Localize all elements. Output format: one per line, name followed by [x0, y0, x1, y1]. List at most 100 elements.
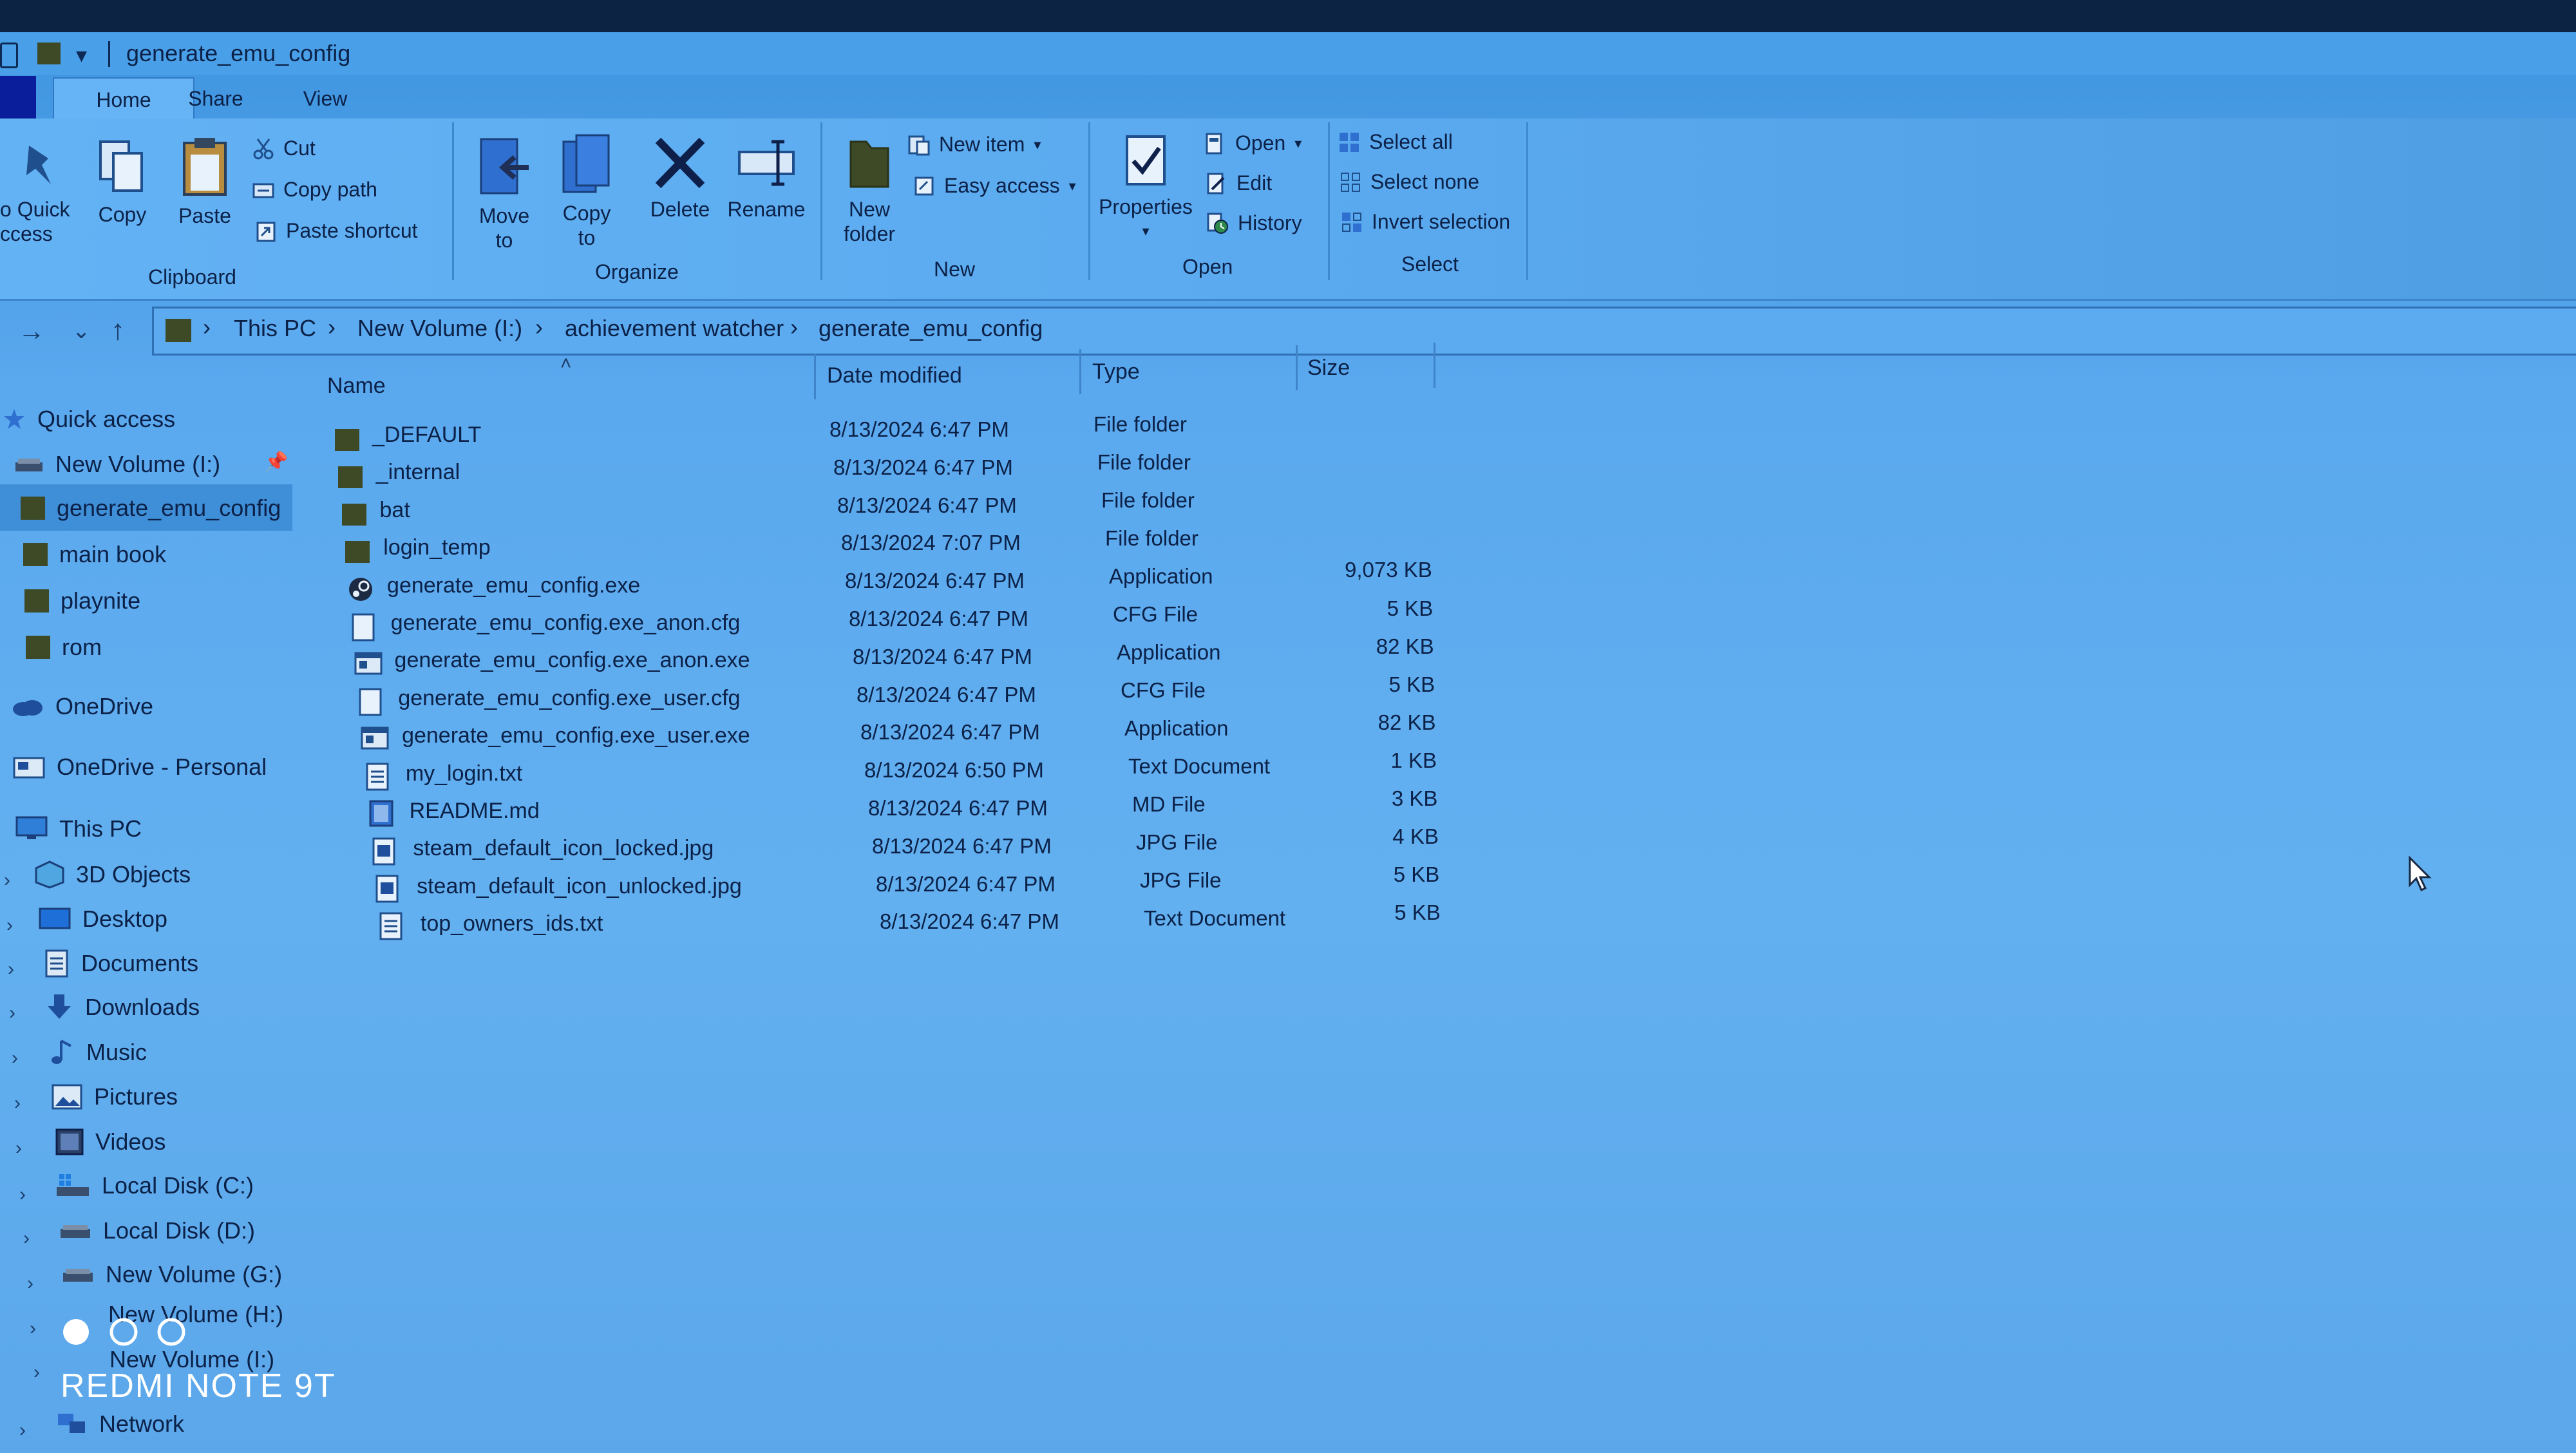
- new-item-button[interactable]: New item ▾: [908, 133, 1041, 157]
- edit-icon: [1207, 173, 1225, 194]
- breadcrumb-chevron-icon[interactable]: ›: [328, 314, 336, 341]
- file-explorer-window: ▾ generate_emu_config Home Share View o …: [0, 0, 2576, 1453]
- text-file-icon: [378, 912, 404, 944]
- breadcrumb-generate-emu-config[interactable]: generate_emu_config: [819, 315, 1043, 342]
- expand-chevron-icon[interactable]: ›: [33, 1362, 40, 1383]
- file-size: 1 KB: [1390, 748, 1437, 772]
- forward-arrow-icon[interactable]: →: [18, 316, 45, 347]
- expand-chevron-icon[interactable]: ›: [4, 869, 10, 891]
- open-button[interactable]: Open ▾: [1204, 131, 1302, 155]
- expand-chevron-icon[interactable]: ›: [12, 1047, 18, 1069]
- new-folder-quick-icon[interactable]: [37, 43, 61, 64]
- breadcrumb-achievement-watcher[interactable]: achievement watcher: [565, 315, 784, 342]
- app-icon: [361, 725, 389, 754]
- pin-icon[interactable]: 📌: [264, 451, 288, 473]
- column-header-date-modified[interactable]: Date modified: [827, 363, 962, 388]
- new-folder-button[interactable]: New folder: [837, 135, 902, 246]
- paste-shortcut-label: Paste shortcut: [286, 219, 418, 242]
- column-resize-handle[interactable]: [1296, 345, 1298, 390]
- folder-icon: [24, 589, 49, 613]
- paste-shortcut-button[interactable]: Paste shortcut: [255, 219, 418, 243]
- delete-button[interactable]: Delete: [641, 135, 719, 222]
- recent-locations-chevron-icon[interactable]: ⌄: [72, 318, 91, 344]
- up-arrow-icon[interactable]: ↑: [111, 314, 125, 347]
- file-size: 5 KB: [1387, 596, 1434, 620]
- nav-local-disk-c[interactable]: Local Disk (C:): [55, 1172, 254, 1199]
- nav-pinned-rom[interactable]: rom: [26, 634, 102, 661]
- breadcrumb-chevron-icon[interactable]: ›: [790, 314, 798, 341]
- edit-button[interactable]: Edit: [1206, 171, 1272, 195]
- column-header-size[interactable]: Size: [1307, 356, 1350, 381]
- nav-documents[interactable]: Documents: [44, 949, 198, 978]
- copy-path-button[interactable]: Copy path: [252, 178, 377, 202]
- easy-access-button[interactable]: Easy access ▾: [913, 174, 1076, 198]
- expand-chevron-icon[interactable]: ›: [23, 1228, 30, 1249]
- column-header-type[interactable]: Type: [1092, 359, 1140, 385]
- column-resize-handle[interactable]: [814, 354, 816, 399]
- expand-chevron-icon[interactable]: ›: [19, 1420, 26, 1441]
- invert-selection-button[interactable]: Invert selection: [1341, 210, 1510, 234]
- camera-watermark-dots-icon: [63, 1318, 185, 1346]
- nav-pinned-new-volume-i[interactable]: New Volume (I:): [14, 451, 220, 478]
- nav-new-volume-g[interactable]: New Volume (G:): [62, 1261, 282, 1288]
- nav-pinned-main-book[interactable]: main book: [23, 541, 166, 568]
- nav-pinned-playnite[interactable]: playnite: [24, 587, 140, 614]
- tab-view[interactable]: View: [283, 77, 367, 120]
- nav-quick-access[interactable]: Quick access: [3, 406, 175, 433]
- copy-to-button[interactable]: Copy to: [551, 133, 622, 250]
- rename-button[interactable]: Rename: [721, 135, 811, 222]
- move-to-button[interactable]: Move to: [469, 135, 540, 252]
- paste-button[interactable]: Paste: [173, 135, 237, 228]
- breadcrumb-chevron-icon[interactable]: ›: [535, 314, 543, 341]
- expand-chevron-icon[interactable]: ›: [30, 1318, 36, 1340]
- quick-access-toolbar-dropdown-icon[interactable]: ▾: [76, 43, 87, 68]
- expand-chevron-icon[interactable]: ›: [6, 915, 13, 936]
- select-all-button[interactable]: Select all: [1338, 130, 1453, 154]
- nav-network[interactable]: Network: [55, 1410, 184, 1438]
- file-name: _internal: [375, 460, 460, 485]
- nav-onedrive-label: OneDrive: [55, 693, 154, 719]
- mouse-cursor-icon: [2409, 855, 2432, 892]
- file-date-modified: 8/13/2024 6:47 PM: [829, 417, 1009, 441]
- tab-home[interactable]: Home: [53, 77, 194, 121]
- column-header-name[interactable]: Name: [327, 374, 386, 399]
- nav-3d-objects[interactable]: 3D Objects: [35, 860, 191, 889]
- nav-videos[interactable]: Videos: [55, 1128, 166, 1155]
- properties-button[interactable]: Properties ▾: [1097, 133, 1194, 243]
- select-none-button[interactable]: Select none: [1340, 170, 1479, 194]
- breadcrumb-new-volume[interactable]: New Volume (I:): [357, 315, 522, 342]
- nav-pinned-generate-emu-config[interactable]: generate_emu_config: [21, 495, 281, 522]
- breadcrumb-chevron-icon[interactable]: ›: [203, 314, 211, 341]
- expand-chevron-icon[interactable]: ›: [27, 1273, 33, 1295]
- file-date-modified: 8/13/2024 6:47 PM: [853, 644, 1032, 669]
- nav-downloads[interactable]: Downloads: [45, 993, 200, 1021]
- nav-local-disk-d[interactable]: Local Disk (D:): [59, 1217, 255, 1244]
- cut-button[interactable]: Cut: [252, 137, 316, 160]
- expand-chevron-icon[interactable]: ›: [19, 1184, 26, 1206]
- nav-item-label: New Volume (G:): [106, 1261, 283, 1287]
- file-tab[interactable]: [0, 76, 36, 122]
- nav-music[interactable]: Music: [49, 1038, 147, 1067]
- nav-desktop[interactable]: Desktop: [39, 906, 167, 933]
- nav-onedrive-personal[interactable]: OneDrive - Personal: [13, 754, 267, 781]
- column-resize-handle[interactable]: [1434, 343, 1435, 388]
- expand-chevron-icon[interactable]: ›: [9, 1002, 15, 1024]
- breadcrumb-this-pc[interactable]: This PC: [234, 315, 316, 342]
- new-item-dropdown-icon: ▾: [1034, 136, 1041, 153]
- copy-button[interactable]: Copy: [90, 138, 155, 227]
- nav-onedrive[interactable]: OneDrive: [10, 693, 153, 720]
- file-name: README.md: [409, 799, 540, 823]
- expand-chevron-icon[interactable]: ›: [8, 958, 14, 980]
- drive-icon: [63, 1269, 93, 1282]
- select-none-icon: [1341, 172, 1360, 192]
- nav-pictures[interactable]: Pictures: [52, 1083, 178, 1110]
- expand-chevron-icon[interactable]: ›: [14, 1092, 21, 1114]
- column-resize-handle[interactable]: [1079, 349, 1081, 394]
- tab-share[interactable]: Share: [174, 77, 258, 120]
- properties-checkbox-icon[interactable]: [0, 43, 18, 68]
- history-button[interactable]: History: [1207, 211, 1302, 235]
- pin-to-quick-access-button[interactable]: o Quick ccess: [0, 139, 84, 246]
- open-dropdown-icon: ▾: [1294, 135, 1302, 151]
- nav-this-pc[interactable]: This PC: [15, 815, 142, 842]
- expand-chevron-icon[interactable]: ›: [15, 1137, 22, 1159]
